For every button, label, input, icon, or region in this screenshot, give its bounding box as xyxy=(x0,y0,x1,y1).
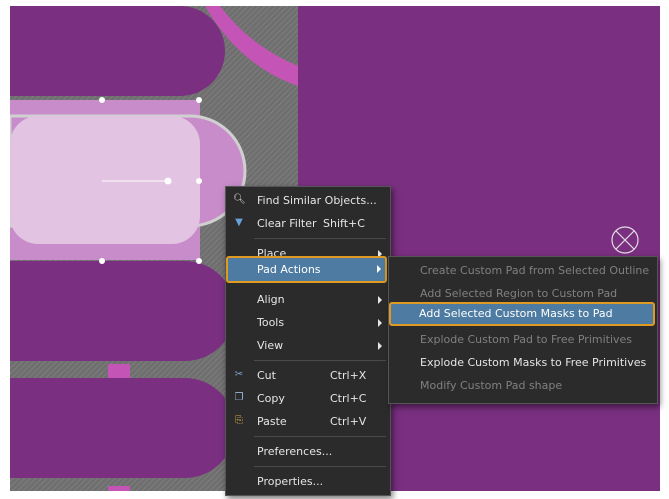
submenu-item-modify-custom-pad-shape[interactable]: Modify Custom Pad shape xyxy=(389,374,657,397)
menu-item-paste[interactable]: ⎘ Paste Ctrl+V xyxy=(226,410,390,433)
menu-item-view[interactable]: View xyxy=(226,334,390,357)
menu-item-clear-filter[interactable]: ▼ Clear Filter Shift+C xyxy=(226,212,390,235)
find-similar-icon: 🔍︎ xyxy=(233,194,246,205)
menu-separator xyxy=(254,360,386,361)
submenu-item-explode-custom-masks[interactable]: Explode Custom Masks to Free Primitives xyxy=(389,351,657,374)
clear-filter-icon: ▼ xyxy=(235,217,243,228)
submenu-arrow-icon xyxy=(378,296,382,304)
submenu-item-explode-custom-pad[interactable]: Explode Custom Pad to Free Primitives xyxy=(389,328,657,351)
menu-item-find-similar-objects[interactable]: 🔍︎ Find Similar Objects... xyxy=(226,189,390,212)
pad-actions-label: Pad Actions xyxy=(257,263,321,276)
context-menu: 🔍︎ Find Similar Objects... ▼ Clear Filte… xyxy=(225,186,391,496)
pad-actions-highlight[interactable]: Pad Actions xyxy=(226,256,387,283)
menu-separator xyxy=(254,238,386,239)
submenu-arrow-icon xyxy=(378,342,382,350)
submenu-arrow-icon xyxy=(378,319,382,327)
add-selected-custom-masks-highlight[interactable]: Add Selected Custom Masks to Pad xyxy=(389,302,655,326)
menu-item-align[interactable]: Align xyxy=(226,288,390,311)
pad-actions-submenu: Create Custom Pad from Selected Outline … xyxy=(388,256,658,404)
submenu-item-create-custom-pad[interactable]: Create Custom Pad from Selected Outline xyxy=(389,259,657,282)
menu-item-copy[interactable]: ❐ Copy Ctrl+C xyxy=(226,387,390,410)
menu-item-tools[interactable]: Tools xyxy=(226,311,390,334)
menu-item-preferences[interactable]: Preferences... xyxy=(226,440,390,463)
add-selected-custom-masks-label: Add Selected Custom Masks to Pad xyxy=(419,307,613,320)
menu-item-properties[interactable]: Properties... xyxy=(226,470,390,493)
paste-icon: ⎘ xyxy=(235,415,243,426)
cut-icon: ✂ xyxy=(234,369,244,380)
menu-separator xyxy=(254,436,386,437)
menu-item-cut[interactable]: ✂ Cut Ctrl+X xyxy=(226,364,390,387)
submenu-arrow-icon xyxy=(377,265,381,273)
copy-icon: ❐ xyxy=(234,392,244,403)
menu-separator xyxy=(254,466,386,467)
